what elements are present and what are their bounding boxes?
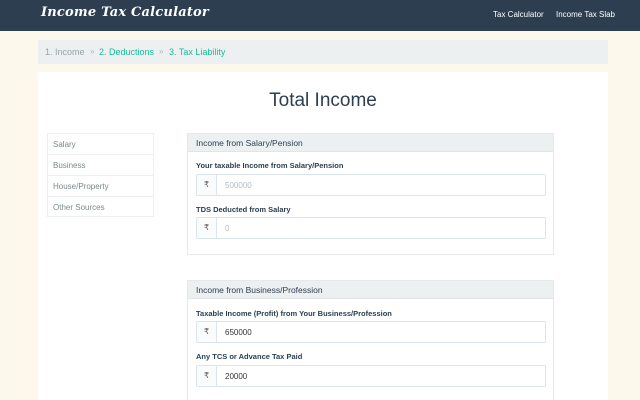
breadcrumb-step-tax-liability[interactable]: 3. Tax Liability (169, 47, 225, 57)
brand-logo[interactable]: Income Tax Calculator (41, 5, 209, 20)
breadcrumb-separator: » (159, 47, 164, 56)
page-title: Total Income (269, 90, 377, 111)
breadcrumb-step-income[interactable]: 1. Income (45, 47, 85, 57)
sidebar-item-salary[interactable]: Salary (47, 133, 154, 154)
salary-tds-input[interactable] (217, 218, 545, 238)
breadcrumb-separator: » (90, 47, 95, 56)
salary-panel: Income from Salary/Pension Your taxable … (187, 133, 554, 255)
business-advance-tax-group: ₹ (196, 365, 546, 387)
sidebar-item-house-property[interactable]: House/Property (47, 175, 154, 196)
business-income-group: ₹ (196, 321, 546, 343)
salary-income-input[interactable] (217, 175, 545, 195)
rupee-icon: ₹ (197, 175, 217, 195)
main-card: Total Income Salary Business House/Prope… (38, 72, 608, 400)
business-advance-tax-label: Any TCS or Advance Tax Paid (196, 352, 303, 361)
income-sources-sidebar: Salary Business House/Property Other Sou… (47, 133, 154, 217)
salary-panel-title: Income from Salary/Pension (188, 134, 553, 152)
business-income-label: Taxable Income (Profit) from Your Busine… (196, 309, 392, 318)
breadcrumb: 1. Income » 2. Deductions » 3. Tax Liabi… (38, 40, 608, 64)
rupee-icon: ₹ (197, 366, 217, 386)
salary-income-label: Your taxable Income from Salary/Pension (196, 161, 344, 170)
salary-tds-group: ₹ (196, 217, 546, 239)
business-advance-tax-input[interactable] (217, 366, 545, 386)
nav-tax-calculator[interactable]: Tax Calculator (493, 10, 544, 19)
nav-income-tax-slab[interactable]: Income Tax Slab (556, 10, 615, 19)
rupee-icon: ₹ (197, 322, 217, 342)
sidebar-item-other-sources[interactable]: Other Sources (47, 196, 154, 217)
business-panel-title: Income from Business/Profession (188, 281, 553, 299)
breadcrumb-step-deductions[interactable]: 2. Deductions (99, 47, 154, 57)
business-income-input[interactable] (217, 322, 545, 342)
salary-tds-label: TDS Deducted from Salary (196, 205, 291, 214)
salary-income-group: ₹ (196, 174, 546, 196)
sidebar-item-business[interactable]: Business (47, 154, 154, 175)
top-navbar: Income Tax Calculator Tax Calculator Inc… (0, 0, 640, 31)
rupee-icon: ₹ (197, 218, 217, 238)
business-panel: Income from Business/Profession Taxable … (187, 280, 554, 400)
